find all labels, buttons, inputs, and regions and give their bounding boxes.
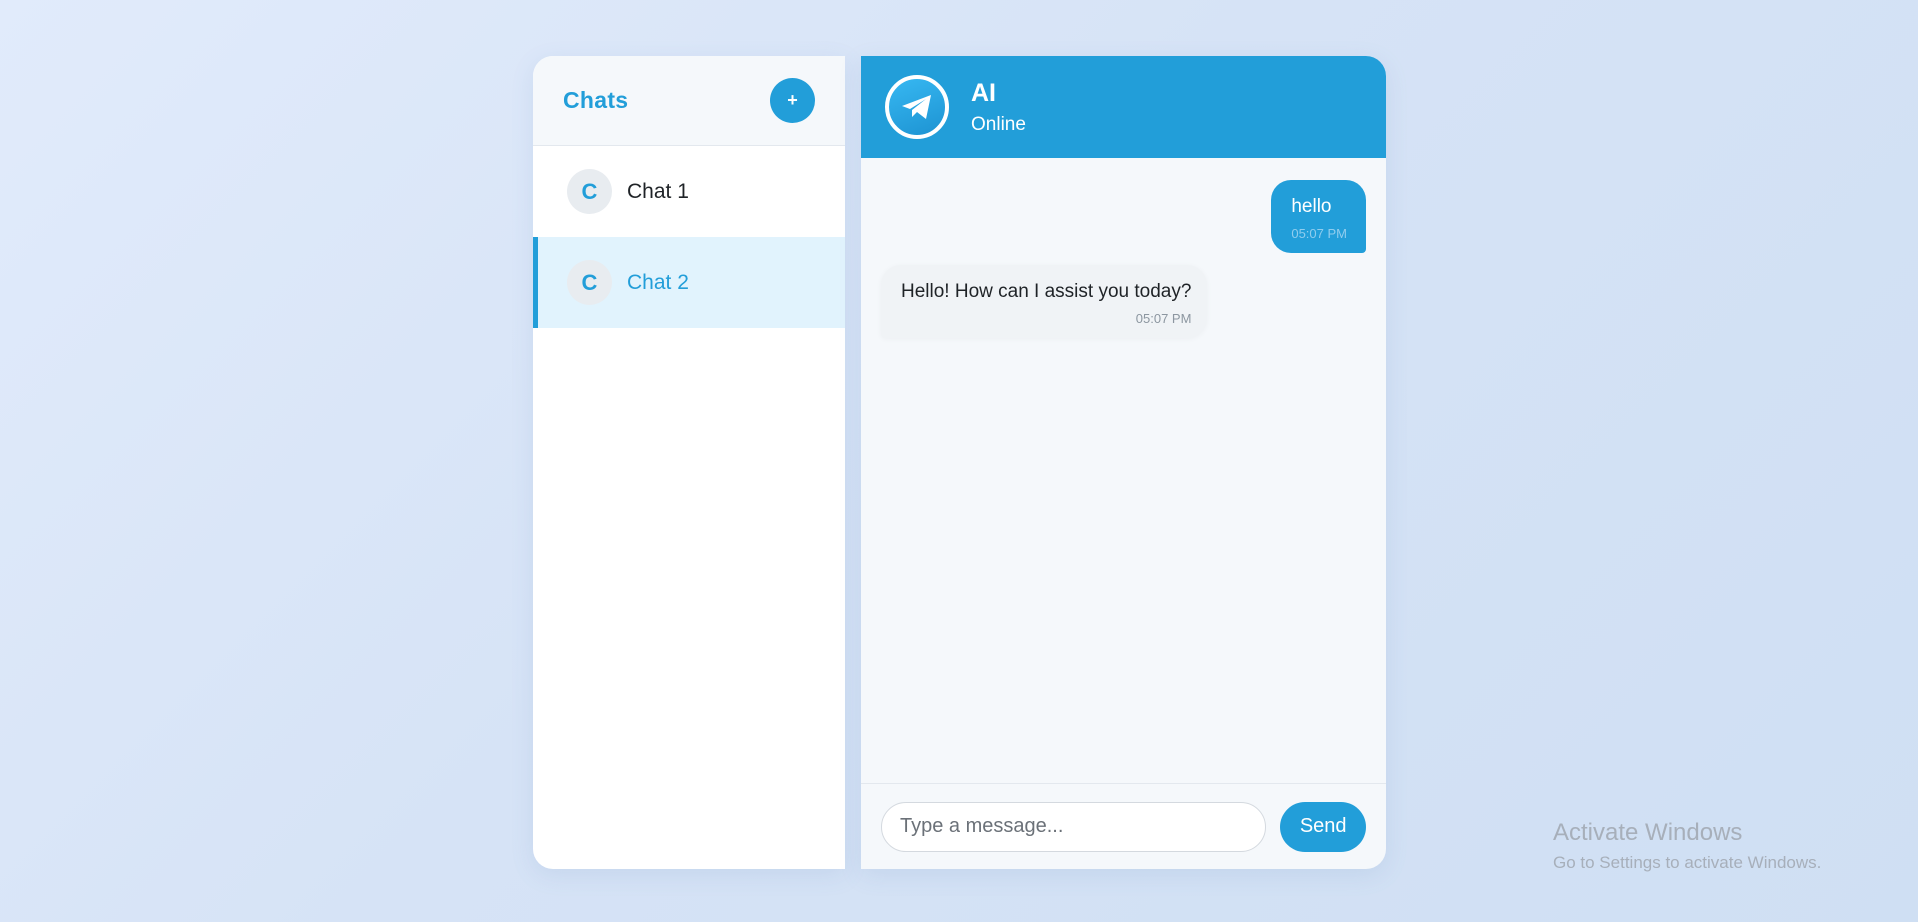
message-time: 05:07 PM — [1291, 226, 1347, 241]
contact-status: Online — [971, 113, 1026, 135]
chat-avatar: C — [567, 260, 612, 305]
chat-panel: AI Online hello 05:07 PM Hello! How can … — [861, 56, 1386, 869]
sidebar-title: Chats — [563, 87, 629, 113]
message-text: hello — [1291, 196, 1332, 217]
message-list: hello 05:07 PM Hello! How can I assist y… — [861, 158, 1386, 783]
activate-windows-watermark: Activate Windows Go to Settings to activ… — [1553, 819, 1821, 873]
watermark-title: Activate Windows — [1553, 819, 1743, 846]
telegram-paper-plane-icon — [885, 75, 949, 139]
message-text: Hello! How can I assist you today? — [901, 281, 1192, 302]
incoming-message: Hello! How can I assist you today? 05:07… — [881, 265, 1208, 338]
chat-avatar: C — [567, 169, 612, 214]
chat-list-item-chat-1[interactable]: C Chat 1 — [533, 146, 845, 237]
chat-name: Chat 2 — [627, 270, 689, 294]
chat-list-item-chat-2[interactable]: C Chat 2 — [533, 237, 845, 328]
contact-name: AI — [971, 78, 996, 107]
send-button[interactable]: Send — [1280, 801, 1366, 852]
sidebar-header: Chats + — [533, 56, 845, 146]
message-composer: Send — [861, 783, 1386, 869]
message-input[interactable] — [881, 801, 1267, 852]
chat-list: C Chat 1 C Chat 2 — [533, 146, 845, 869]
outgoing-message: hello 05:07 PM — [1271, 180, 1366, 253]
message-time: 05:07 PM — [1135, 311, 1192, 326]
chat-app: Chats + C Chat 1 C Chat 2 AI Online hell… — [533, 56, 1386, 869]
chat-header: AI Online — [861, 56, 1386, 158]
chat-name: Chat 1 — [627, 179, 689, 203]
watermark-subtitle: Go to Settings to activate Windows. — [1553, 853, 1822, 872]
header-text: AI Online — [971, 79, 1026, 136]
sidebar: Chats + C Chat 1 C Chat 2 — [533, 56, 845, 869]
new-chat-button[interactable]: + — [770, 78, 815, 123]
